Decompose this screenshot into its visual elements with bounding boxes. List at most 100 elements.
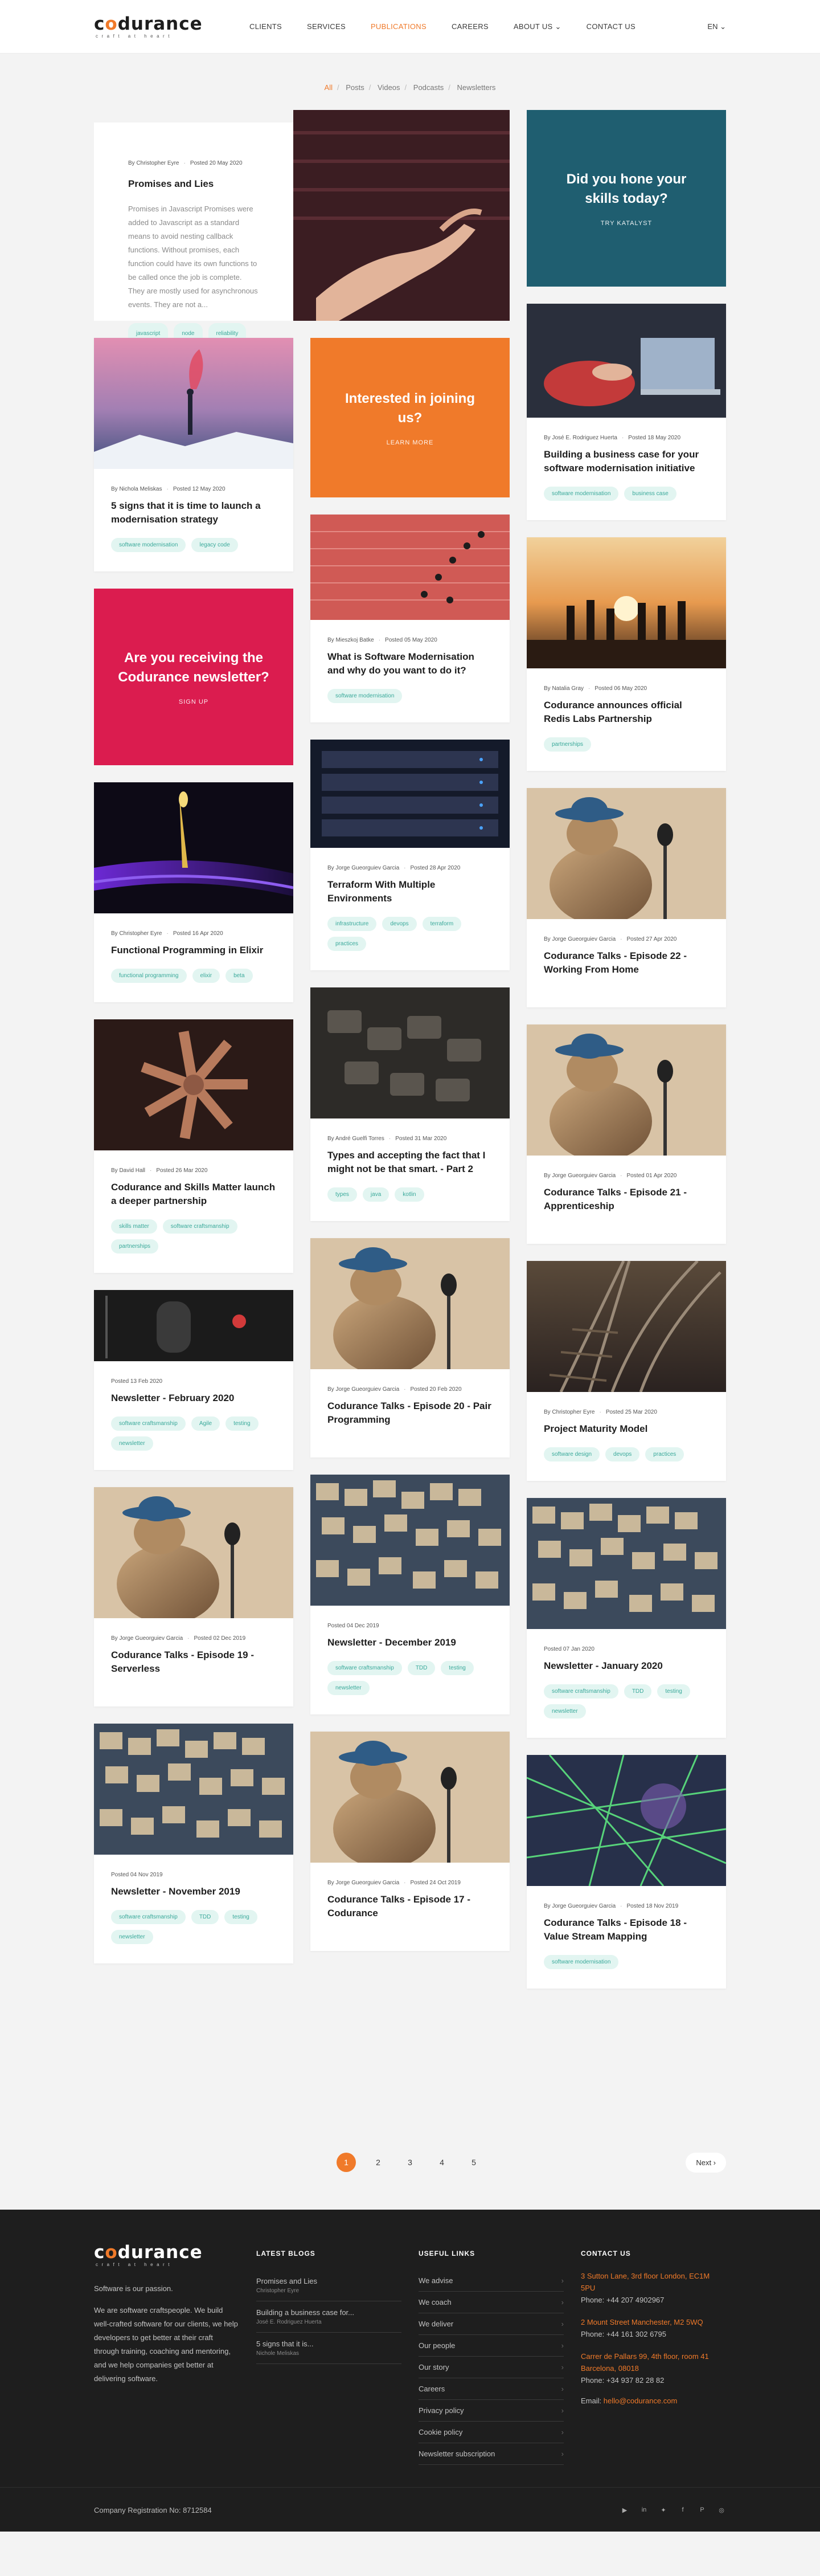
post-title[interactable]: Codurance Talks - Episode 19 - Serverles…: [111, 1648, 276, 1676]
page-1[interactable]: 1: [337, 2153, 356, 2172]
tag[interactable]: software modernisation: [544, 487, 619, 501]
post-card[interactable]: By André Guelfi Torres · Posted 31 Mar 202…: [310, 987, 510, 1221]
post-card[interactable]: Posted 04 Dec 2019 Newsletter - December…: [310, 1475, 510, 1714]
post-card[interactable]: By Natalia Gray · Posted 06 May 2020 Codur…: [527, 537, 726, 771]
tag[interactable]: business case: [624, 487, 676, 501]
tag[interactable]: terraform: [422, 917, 462, 931]
post-card[interactable]: Posted 07 Jan 2020 Newsletter - January …: [527, 1498, 726, 1738]
tag[interactable]: software design: [544, 1447, 600, 1461]
footer-link[interactable]: Our story ›: [419, 2357, 564, 2378]
footer-link[interactable]: We deliver ›: [419, 2313, 564, 2335]
page-4[interactable]: 4: [432, 2153, 452, 2172]
tag[interactable]: beta: [226, 969, 253, 983]
post-title[interactable]: Newsletter - February 2020: [111, 1391, 276, 1405]
post-title[interactable]: Newsletter - January 2020: [544, 1659, 709, 1673]
page-5[interactable]: 5: [464, 2153, 483, 2172]
filter-newsletters[interactable]: Newsletters: [457, 83, 496, 92]
newsletter-promo[interactable]: Are you receiving the Codurance newslett…: [94, 589, 293, 765]
tag[interactable]: testing: [226, 1416, 259, 1431]
latest-blog-item[interactable]: Promises and Lies Christopher Eyre: [256, 2270, 401, 2301]
twitter-icon[interactable]: ✦: [659, 2505, 668, 2514]
filter-videos[interactable]: Videos: [378, 83, 400, 92]
post-title[interactable]: Newsletter - December 2019: [327, 1636, 493, 1650]
post-title[interactable]: Codurance and Skills Matter launch a dee…: [111, 1181, 276, 1208]
page-2[interactable]: 2: [368, 2153, 388, 2172]
tag[interactable]: software modernisation: [327, 689, 403, 703]
tag[interactable]: kotlin: [395, 1187, 424, 1202]
post-title[interactable]: Codurance announces official Redis Labs …: [544, 699, 709, 726]
footer-link[interactable]: We advise ›: [419, 2270, 564, 2292]
tag[interactable]: practices: [645, 1447, 684, 1461]
featured-post[interactable]: By Christopher Eyre · Posted 20 May 2020 P…: [94, 110, 510, 345]
footer-link[interactable]: Careers ›: [419, 2378, 564, 2400]
post-title[interactable]: Codurance Talks - Episode 18 - Value Str…: [544, 1916, 709, 1944]
footer-link[interactable]: Our people ›: [419, 2335, 564, 2357]
tag[interactable]: software craftsmanship: [111, 1910, 186, 1924]
latest-blog-item[interactable]: 5 signs that it is... Nichole Meliskas: [256, 2333, 401, 2364]
tag[interactable]: legacy code: [191, 538, 238, 552]
post-card[interactable]: By Jorge Gueorguiev Garcia · Posted 02 Dec…: [94, 1487, 293, 1707]
tag[interactable]: practices: [327, 937, 367, 951]
tag[interactable]: devops: [382, 917, 417, 931]
learn-more-link[interactable]: LEARN MORE: [387, 439, 434, 446]
post-card[interactable]: By Jorge Gueorguiev Garcia · Posted 28 Apr…: [310, 740, 510, 970]
nav-publications[interactable]: PUBLICATIONS: [371, 22, 427, 31]
language-selector[interactable]: EN ⌄: [707, 22, 726, 31]
tag[interactable]: software craftsmanship: [544, 1684, 618, 1699]
try-katalyst-link[interactable]: TRY KATALYST: [601, 220, 652, 227]
footer-link[interactable]: Cookie policy ›: [419, 2422, 564, 2443]
post-title[interactable]: Building a business case for your softwa…: [544, 448, 709, 475]
post-title[interactable]: Codurance Talks - Episode 21 - Apprentic…: [544, 1186, 709, 1213]
post-card[interactable]: By Jorge Gueorguiev Garcia · Posted 24 Oct…: [310, 1732, 510, 1951]
post-card[interactable]: By Mieszkoj Batke · Posted 05 May 2020 Wha…: [310, 515, 510, 722]
logo[interactable]: codurance craft at heart: [94, 15, 222, 39]
page-3[interactable]: 3: [400, 2153, 420, 2172]
post-title[interactable]: Codurance Talks - Episode 20 - Pair Prog…: [327, 1399, 493, 1427]
nav-contact-us[interactable]: CONTACT US: [587, 22, 636, 31]
nav-clients[interactable]: CLIENTS: [249, 22, 282, 31]
tag[interactable]: software modernisation: [544, 1955, 619, 1969]
tag[interactable]: TDD: [407, 1661, 436, 1675]
pinterest-icon[interactable]: P: [698, 2505, 707, 2514]
post-card[interactable]: By Jorge Gueorguiev Garcia · Posted 01 Apr…: [527, 1024, 726, 1244]
careers-promo[interactable]: Interested in joining us? LEARN MORE: [310, 338, 510, 497]
post-card[interactable]: By Jorge Gueorguiev Garcia · Posted 18 Nov…: [527, 1755, 726, 1989]
post-card[interactable]: By Christopher Eyre · Posted 16 Apr 2020 F…: [94, 782, 293, 1002]
filter-all[interactable]: All: [325, 83, 333, 92]
footer-link[interactable]: Newsletter subscription ›: [419, 2443, 564, 2465]
nav-careers[interactable]: CAREERS: [452, 22, 489, 31]
tag[interactable]: partnerships: [544, 737, 592, 752]
post-title[interactable]: 5 signs that it is time to launch a mode…: [111, 499, 276, 526]
post-card[interactable]: Posted 13 Feb 2020 Newsletter - February…: [94, 1290, 293, 1470]
post-title[interactable]: Codurance Talks - Episode 22 - Working F…: [544, 949, 709, 977]
tag[interactable]: infrastructure: [327, 917, 377, 931]
post-title[interactable]: Codurance Talks - Episode 17 - Codurance: [327, 1893, 493, 1920]
post-card[interactable]: By Christopher Eyre · Posted 25 Mar 2020 P…: [527, 1261, 726, 1481]
filter-posts[interactable]: Posts: [346, 83, 364, 92]
tag[interactable]: types: [327, 1187, 357, 1202]
tag[interactable]: newsletter: [111, 1436, 153, 1451]
tag[interactable]: testing: [657, 1684, 690, 1699]
footer-link[interactable]: We coach ›: [419, 2292, 564, 2313]
nav-about-us[interactable]: ABOUT US ⌄: [514, 22, 561, 31]
tag[interactable]: java: [362, 1187, 390, 1202]
tag[interactable]: software craftsmanship: [111, 1416, 186, 1431]
instagram-icon[interactable]: ◎: [717, 2505, 726, 2514]
tag[interactable]: TDD: [624, 1684, 652, 1699]
tag[interactable]: newsletter: [111, 1930, 153, 1944]
post-card[interactable]: By Jorge Gueorguiev Garcia · Posted 27 Apr…: [527, 788, 726, 1007]
post-card[interactable]: By José E. Rodriguez Huerta · Posted 18 Ma…: [527, 304, 726, 520]
tag[interactable]: elixir: [192, 969, 220, 983]
latest-blog-item[interactable]: Building a business case for... José E. R…: [256, 2301, 401, 2333]
footer-logo[interactable]: codurance craft at heart: [94, 2244, 256, 2268]
post-title[interactable]: Newsletter - November 2019: [111, 1885, 276, 1899]
tag[interactable]: skills matter: [111, 1219, 157, 1234]
post-title[interactable]: What is Software Modernisation and why d…: [327, 650, 493, 677]
email-link[interactable]: hello@codurance.com: [604, 2397, 678, 2405]
post-title[interactable]: Project Maturity Model: [544, 1422, 709, 1436]
tag[interactable]: software craftsmanship: [162, 1219, 237, 1234]
tag[interactable]: devops: [605, 1447, 640, 1461]
filter-podcasts[interactable]: Podcasts: [413, 83, 444, 92]
linkedin-icon[interactable]: in: [639, 2505, 649, 2514]
post-title[interactable]: Types and accepting the fact that I migh…: [327, 1149, 493, 1176]
